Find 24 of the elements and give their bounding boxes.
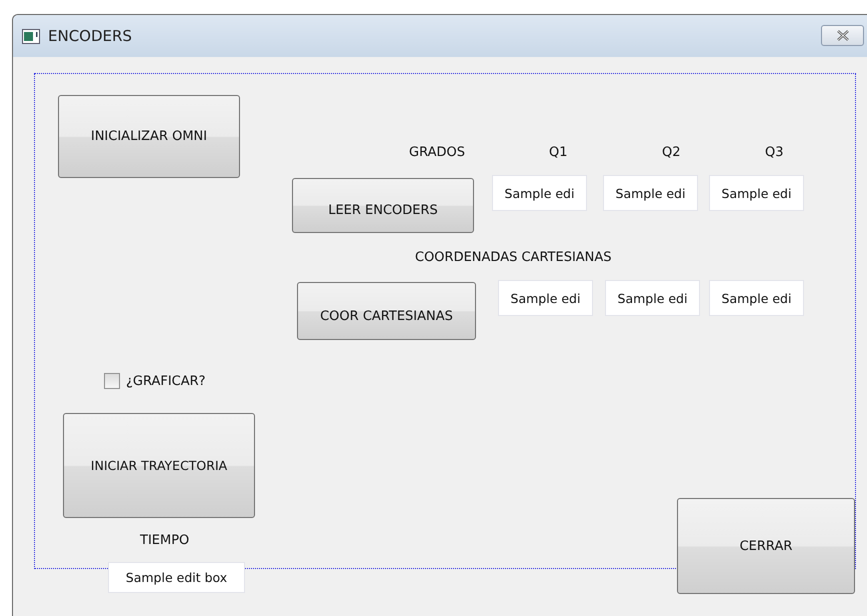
degrees-label: GRADOS xyxy=(409,145,465,160)
edit-field[interactable]: Sample edi xyxy=(605,280,700,316)
checkbox-label: ¿GRAFICAR? xyxy=(126,374,206,389)
column-label: Q2 xyxy=(662,145,681,160)
close-dialog-button[interactable]: CERRAR xyxy=(677,498,855,594)
edit-field[interactable]: Sample edi xyxy=(709,280,804,316)
window-title: ENCODERS xyxy=(48,27,132,45)
start-trajectory-button[interactable]: INICIAR TRAYECTORIA xyxy=(63,413,255,518)
close-icon xyxy=(836,30,850,41)
edit-field[interactable]: Sample edi xyxy=(498,280,593,316)
read-encoders-button[interactable]: LEER ENCODERS xyxy=(292,178,474,233)
cartesian-label: COORDENADAS CARTESIANAS xyxy=(415,250,612,265)
edit-field[interactable]: Sample edi xyxy=(492,175,587,211)
column-label: Q3 xyxy=(765,145,784,160)
initialize-button[interactable]: INICIALIZAR OMNI xyxy=(58,95,240,178)
column-label: Q1 xyxy=(549,145,568,160)
time-field[interactable]: Sample edit box xyxy=(108,562,245,593)
close-button[interactable] xyxy=(821,25,864,46)
plot-checkbox[interactable] xyxy=(104,373,120,389)
window-icon xyxy=(22,28,40,44)
time-label: TIEMPO xyxy=(140,533,190,548)
cartesian-button[interactable]: COOR CARTESIANAS xyxy=(297,282,476,340)
edit-field[interactable]: Sample edi xyxy=(709,175,804,211)
edit-field[interactable]: Sample edi xyxy=(603,175,698,211)
